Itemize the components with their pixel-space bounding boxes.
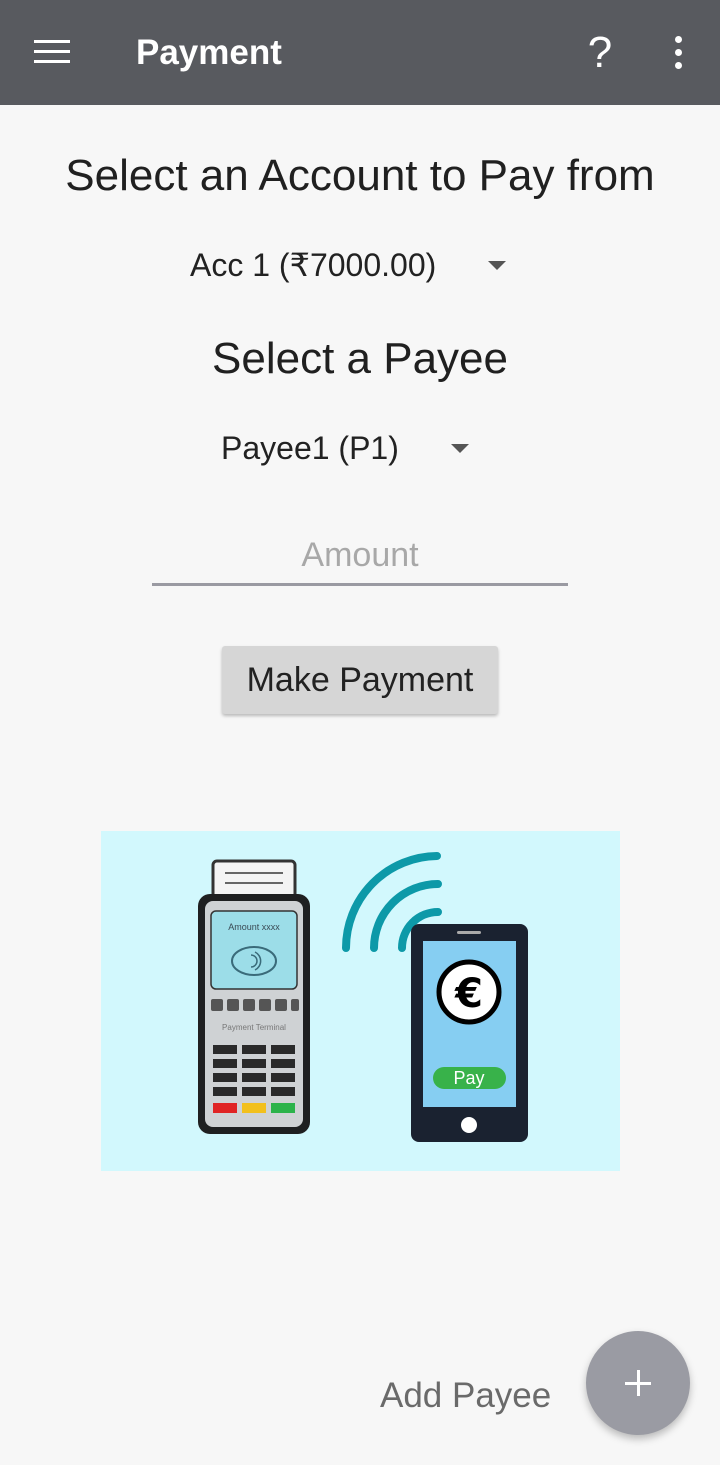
selected-account: Acc 1 (₹7000.00): [190, 247, 437, 283]
add-payee-fab[interactable]: [586, 1331, 690, 1435]
terminal-label: Payment Terminal: [222, 1023, 286, 1032]
card-terminal-image: Amount xxxx Payment Terminal: [198, 859, 310, 1134]
plus-icon-vertical: [637, 1370, 640, 1396]
dropdown-arrow-icon: [488, 260, 507, 270]
account-heading: Select an Account to Pay from: [65, 151, 655, 200]
terminal-screen-text: Amount xxxx: [228, 922, 280, 932]
account-spinner[interactable]: Acc 1 (₹7000.00): [190, 235, 507, 295]
help-icon[interactable]: ?: [580, 25, 620, 81]
dropdown-arrow-icon: [450, 443, 469, 453]
add-payee-label[interactable]: Add Payee: [380, 1373, 551, 1419]
hamburger-menu-icon[interactable]: [34, 40, 70, 66]
payment-illustration: Amount xxxx Payment Terminal € Pay: [101, 831, 620, 1171]
page-title: Payment: [136, 33, 282, 72]
app-bar: Payment ?: [0, 0, 720, 105]
payee-heading: Select a Payee: [212, 334, 508, 383]
make-payment-button[interactable]: Make Payment: [222, 646, 498, 714]
phone-image: € Pay: [411, 924, 528, 1142]
more-vert-icon[interactable]: [670, 36, 688, 70]
selected-payee: Payee1 (P1): [221, 429, 399, 466]
payee-spinner[interactable]: Payee1 (P1): [221, 418, 469, 478]
currency-symbol: €: [454, 971, 483, 1017]
phone-pay-text: Pay: [453, 1068, 484, 1088]
amount-input[interactable]: [152, 527, 568, 586]
